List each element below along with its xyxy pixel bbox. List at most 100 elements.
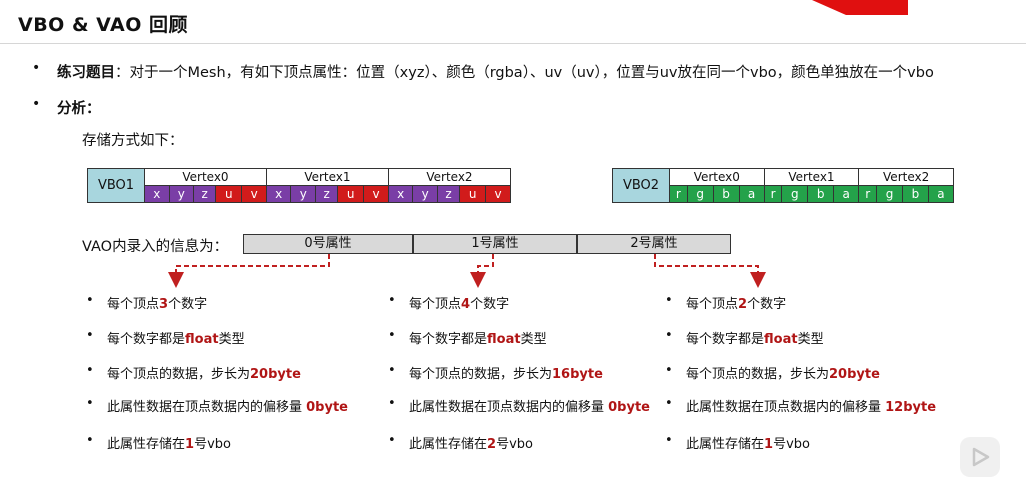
arrow-attr-1 — [470, 254, 494, 288]
bullet-dot: • — [86, 396, 94, 411]
vbo1-vertex2-header: Vertex2 — [387, 168, 512, 186]
exercise-line: 练习题目：对于一个Mesh，有如下顶点属性：位置（xyz）、颜色（rgba）、u… — [57, 61, 934, 82]
attr-2-item-1: 每个数字都是float类型 — [686, 328, 824, 347]
vbo2-cell-b: b — [807, 185, 835, 203]
attr-0-item-3: 此属性数据在顶点数据内的偏移量 0byte — [107, 396, 348, 415]
vbo2-cell-a: a — [738, 185, 765, 203]
item-text: 每个顶点 — [686, 297, 739, 312]
item-highlight: float — [185, 332, 219, 347]
attr-0-item-0: 每个顶点3个数字 — [107, 293, 207, 312]
arrow-attr-0 — [168, 254, 330, 288]
vbo1-cell-x: x — [387, 185, 414, 203]
item-highlight: 2 — [738, 297, 748, 312]
item-highlight: 0byte — [306, 400, 348, 415]
vbo1-cell-v: v — [485, 185, 511, 203]
attr-1-item-0: 每个顶点4个数字 — [409, 293, 509, 312]
vbo2-cell-b: b — [901, 185, 929, 203]
attr-2-item-0: 每个顶点2个数字 — [686, 293, 786, 312]
vbo2-cell-b: b — [712, 185, 740, 203]
bullet-dot: • — [388, 328, 396, 343]
vbo2-cell-a: a — [927, 185, 955, 203]
item-text: 此属性存储在 — [686, 437, 765, 452]
bullet-dot: • — [665, 293, 673, 308]
vbo2-label: VBO2 — [612, 168, 670, 203]
item-text-suffix: 个数字 — [470, 297, 510, 312]
item-text-suffix: 类型 — [797, 332, 824, 347]
item-highlight: 1 — [764, 437, 774, 452]
vbo1-cell-x: x — [265, 185, 292, 203]
item-highlight: float — [764, 332, 798, 347]
vbo2-cell-a: a — [833, 185, 860, 203]
corner-decoration-bar — [846, 0, 908, 15]
attr-1-item-4: 此属性存储在2号vbo — [409, 433, 533, 452]
vbo1-cell-x: x — [144, 185, 170, 203]
vbo1-cell-y: y — [168, 185, 195, 203]
vbo1-cell-z: z — [315, 185, 339, 203]
vbo2-cell-r: r — [669, 185, 688, 203]
bullet-dot: • — [86, 363, 94, 378]
storage-label: 存储方式如下： — [82, 133, 184, 149]
item-highlight: 0byte — [608, 400, 650, 415]
item-text-suffix: 个数字 — [168, 297, 208, 312]
item-text-suffix: 类型 — [218, 332, 245, 347]
exercise-text: ：对于一个Mesh，有如下顶点属性：位置（xyz）、颜色（rgba）、uv（uv… — [115, 65, 934, 81]
bullet-dot: • — [388, 396, 396, 411]
attr-2-item-2: 每个顶点的数据，步长为20byte — [686, 363, 880, 382]
item-highlight: 16byte — [552, 367, 603, 382]
bullet-dot: • — [388, 293, 396, 308]
item-text-suffix: 号vbo — [496, 437, 533, 452]
vbo1-cell-u: u — [215, 185, 243, 203]
attr-1-item-2: 每个顶点的数据，步长为16byte — [409, 363, 603, 382]
vbo2-vertex2-header: Vertex2 — [858, 168, 954, 186]
item-text: 每个数字都是 — [409, 332, 488, 347]
item-highlight: 2 — [487, 437, 497, 452]
attr-1-item-3: 此属性数据在顶点数据内的偏移量 0byte — [409, 396, 650, 415]
bullet-dot: • — [665, 433, 673, 448]
play-icon — [972, 447, 990, 467]
play-button[interactable] — [960, 437, 1000, 477]
item-highlight: 4 — [461, 297, 471, 312]
bullet-dot: • — [86, 293, 94, 308]
item-text-suffix: 类型 — [520, 332, 547, 347]
vbo2-vertex0-header: Vertex0 — [669, 168, 765, 186]
bullet-dot: • — [665, 363, 673, 378]
attribute-arrows — [168, 254, 766, 288]
vbo1-cell-y: y — [412, 185, 438, 203]
item-text: 每个顶点的数据，步长为 — [686, 367, 830, 382]
vbo2-table: VBO2 Vertex0 Vertex1 Vertex2 r g b a r g… — [612, 168, 955, 203]
item-text-suffix: 个数字 — [747, 297, 787, 312]
vbo2-cell-g: g — [686, 185, 714, 203]
exercise-label: 练习题目 — [57, 65, 115, 81]
item-text-suffix: 号vbo — [773, 437, 810, 452]
attr-0-item-1: 每个数字都是float类型 — [107, 328, 245, 347]
item-highlight: 20byte — [250, 367, 301, 382]
slide-title: VBO & VAO 回顾 — [18, 14, 189, 36]
item-highlight: 12byte — [885, 400, 937, 415]
item-highlight: float — [487, 332, 521, 347]
vbo1-cell-y: y — [290, 185, 317, 203]
bullet-dot: • — [665, 328, 673, 343]
vbo2-cell-g: g — [781, 185, 809, 203]
vbo1-cell-z: z — [193, 185, 217, 203]
vbo1-label: VBO1 — [87, 168, 145, 203]
item-highlight: 1 — [185, 437, 195, 452]
vbo1-cell-v: v — [241, 185, 267, 203]
attr-0-item-2: 每个顶点的数据，步长为20byte — [107, 363, 301, 382]
item-text-suffix: 号vbo — [194, 437, 231, 452]
bullet-dot: • — [388, 363, 396, 378]
vbo1-cell-v: v — [363, 185, 389, 203]
item-text: 每个顶点的数据，步长为 — [409, 367, 553, 382]
bullet-dot: • — [388, 433, 396, 448]
item-text: 每个顶点 — [409, 297, 462, 312]
title-divider — [0, 43, 1026, 44]
vbo2-cell-g: g — [876, 185, 903, 203]
vbo1-table: VBO1 Vertex0 Vertex1 Vertex2 x y z u v x… — [87, 168, 512, 203]
item-highlight: 20byte — [829, 367, 880, 382]
item-text: 此属性数据在顶点数据内的偏移量 — [107, 400, 307, 415]
attr-2-item-3: 此属性数据在顶点数据内的偏移量 12byte — [686, 396, 936, 415]
vbo1-cell-u: u — [337, 185, 365, 203]
item-text: 此属性数据在顶点数据内的偏移量 — [409, 400, 609, 415]
item-text: 此属性存储在 — [409, 437, 488, 452]
item-text: 每个数字都是 — [686, 332, 765, 347]
item-text: 每个顶点的数据，步长为 — [107, 367, 251, 382]
